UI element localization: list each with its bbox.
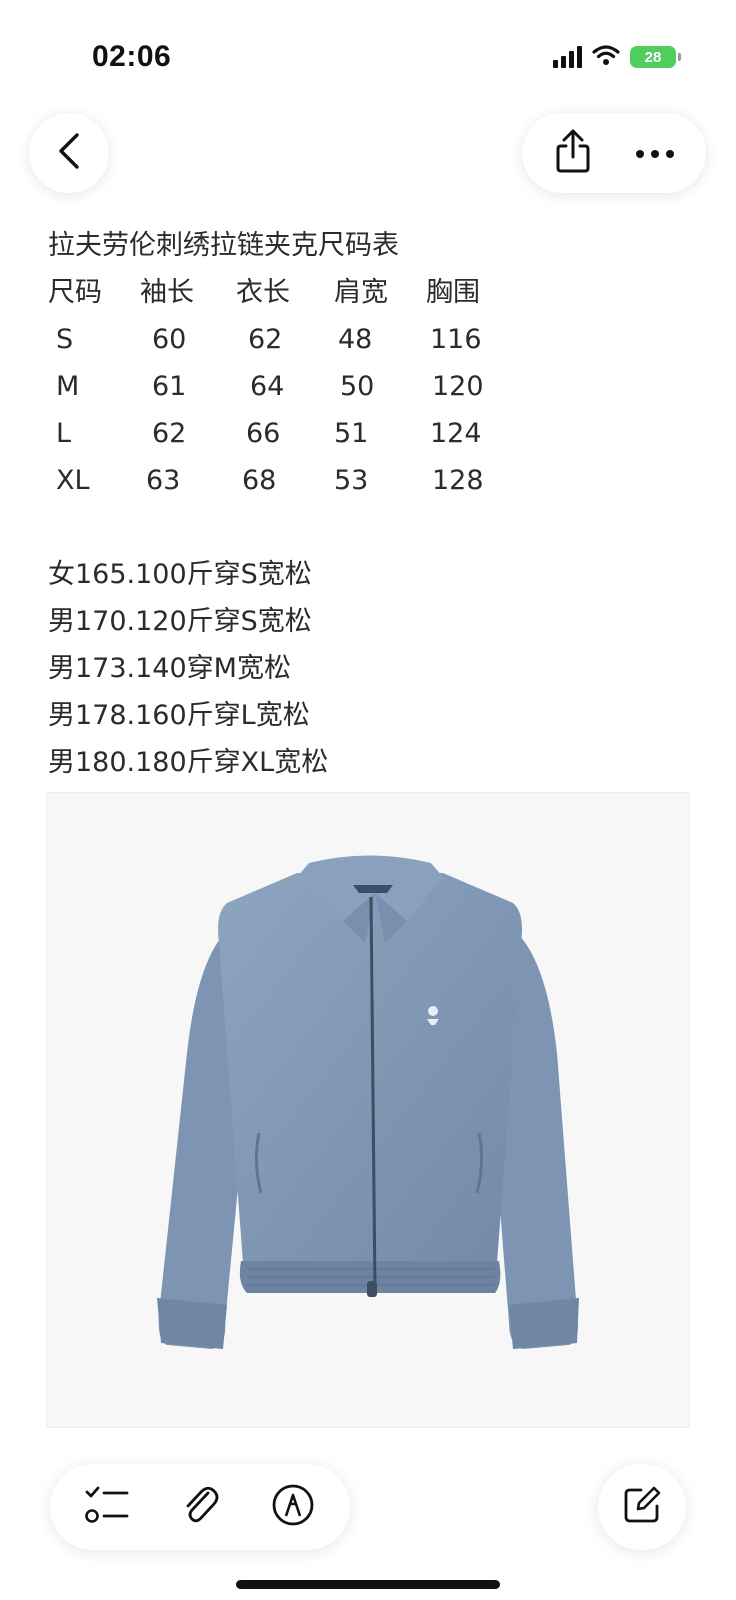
table-header: 胸围	[426, 277, 480, 308]
nav-actions	[522, 113, 706, 193]
table-cell: 66	[246, 418, 281, 449]
size-recommendation: 女165.100斤穿S宽松	[48, 559, 312, 590]
table-cell: L	[56, 418, 72, 449]
size-recommendation: 男178.160斤穿L宽松	[48, 700, 310, 731]
share-icon	[553, 127, 593, 179]
table-cell: 120	[432, 371, 484, 402]
size-recommendation: 男170.120斤穿S宽松	[48, 606, 312, 637]
battery-level: 28	[644, 48, 662, 66]
note-body[interactable]: 拉夫劳伦刺绣拉链夹克尺码表 尺码 袖长 衣长 肩宽 胸围 S 60 62 48 …	[48, 222, 688, 786]
table-cell: 68	[242, 465, 277, 496]
table-row: S 60 62 48 116	[48, 316, 522, 363]
table-cell: 64	[250, 371, 285, 402]
compose-icon	[621, 1484, 663, 1530]
table-cell: 128	[432, 465, 484, 496]
table-cell: 62	[152, 418, 187, 449]
status-indicators: 28	[553, 44, 681, 70]
status-time: 02:06	[92, 40, 172, 73]
product-photo[interactable]	[46, 792, 690, 1428]
table-cell: XL	[56, 465, 90, 496]
battery-icon: 28	[630, 46, 681, 68]
table-cell: S	[56, 324, 74, 355]
table-row: L 62 66 51 124	[48, 410, 522, 457]
table-row: XL 63 68 53 128	[48, 457, 522, 504]
home-indicator[interactable]	[236, 1580, 500, 1589]
table-header: 袖长	[140, 277, 194, 308]
attachment-button[interactable]	[168, 1475, 232, 1539]
table-cell: 60	[152, 324, 187, 355]
table-cell: 50	[340, 371, 375, 402]
paperclip-icon	[180, 1483, 220, 1531]
more-horizontal-icon	[635, 144, 675, 163]
table-cell: 116	[430, 324, 482, 355]
table-cell: 61	[152, 371, 187, 402]
compose-button[interactable]	[598, 1464, 686, 1550]
table-cell: 62	[248, 324, 283, 355]
table-row: M 61 64 50 120	[48, 363, 522, 410]
note-toolbar	[50, 1464, 350, 1550]
markup-button[interactable]	[261, 1475, 325, 1539]
table-header: 肩宽	[334, 277, 388, 308]
cellular-signal-icon	[553, 46, 582, 68]
table-cell: 48	[338, 324, 373, 355]
table-cell: 63	[146, 465, 181, 496]
share-button[interactable]	[541, 121, 605, 185]
table-header: 尺码	[48, 277, 102, 308]
table-cell: 51	[334, 418, 369, 449]
pen-markup-icon	[271, 1483, 315, 1531]
table-header-row: 尺码 袖长 衣长 肩宽 胸围	[48, 269, 522, 316]
size-recommendation: 男180.180斤穿XL宽松	[48, 747, 329, 778]
more-button[interactable]	[623, 121, 687, 185]
wifi-icon	[592, 44, 620, 70]
checklist-button[interactable]	[75, 1475, 139, 1539]
note-title: 拉夫劳伦刺绣拉链夹克尺码表	[48, 230, 399, 261]
size-chart-table: 尺码 袖长 衣长 肩宽 胸围 S 60 62 48 116 M 61 64 50…	[48, 269, 522, 504]
table-cell: M	[56, 371, 80, 402]
table-cell: 124	[430, 418, 482, 449]
table-header: 衣长	[236, 277, 290, 308]
checklist-icon	[84, 1484, 130, 1530]
table-cell: 53	[334, 465, 369, 496]
chevron-left-icon	[55, 131, 83, 175]
size-recommendation: 男173.140穿M宽松	[48, 653, 291, 684]
jacket-image	[157, 855, 579, 1349]
back-button[interactable]	[29, 113, 109, 193]
